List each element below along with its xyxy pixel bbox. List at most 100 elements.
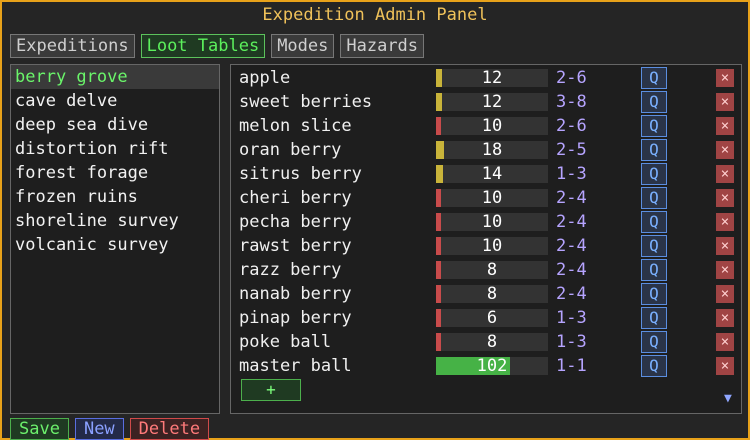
quantity-edit-button[interactable]: Q xyxy=(641,307,667,329)
remove-entry-icon[interactable]: × xyxy=(716,357,734,375)
quantity-range[interactable]: 2-4 xyxy=(556,234,587,258)
quantity-range[interactable]: 1-3 xyxy=(556,330,587,354)
bottom-toolbar: Save New Delete xyxy=(10,418,210,440)
loot-table-item[interactable]: berry grove xyxy=(11,65,219,89)
remove-entry-icon[interactable]: × xyxy=(716,117,734,135)
quantity-range[interactable]: 2-6 xyxy=(556,66,587,90)
remove-entry-icon[interactable]: × xyxy=(716,213,734,231)
quantity-range[interactable]: 1-3 xyxy=(556,306,587,330)
weight-value: 14 xyxy=(481,164,503,184)
loot-table-item[interactable]: distortion rift xyxy=(11,137,219,161)
entry-name: oran berry xyxy=(239,140,342,160)
entry-name: pinap berry xyxy=(239,308,352,328)
tab-loot-tables[interactable]: Loot Tables xyxy=(140,34,266,58)
quantity-edit-button[interactable]: Q xyxy=(641,91,667,113)
entry-name: sitrus berry xyxy=(239,164,362,184)
weight-bar[interactable]: 10 xyxy=(436,213,548,231)
weight-bar[interactable]: 14 xyxy=(436,165,548,183)
loot-entry-row: master ball 102 1-1 Q × xyxy=(231,354,741,378)
weight-bar[interactable]: 12 xyxy=(436,69,548,87)
quantity-edit-button[interactable]: Q xyxy=(641,211,667,233)
weight-bar[interactable]: 10 xyxy=(436,117,548,135)
remove-entry-icon[interactable]: × xyxy=(716,141,734,159)
quantity-edit-button[interactable]: Q xyxy=(641,331,667,353)
scroll-down-icon[interactable]: ▼ xyxy=(724,391,732,406)
loot-table-item[interactable]: cave delve xyxy=(11,89,219,113)
tab-expeditions[interactable]: Expeditions xyxy=(10,34,135,58)
delete-button[interactable]: Delete xyxy=(129,418,210,440)
quantity-edit-button[interactable]: Q xyxy=(641,67,667,89)
quantity-edit-button[interactable]: Q xyxy=(641,355,667,377)
remove-entry-icon[interactable]: × xyxy=(716,189,734,207)
quantity-range[interactable]: 2-6 xyxy=(556,114,587,138)
weight-value: 10 xyxy=(481,236,503,256)
window-title: Expedition Admin Panel xyxy=(262,5,488,25)
loot-entry-row: sitrus berry 14 1-3 Q × xyxy=(231,162,741,186)
entry-name: razz berry xyxy=(239,260,342,280)
quantity-range[interactable]: 2-4 xyxy=(556,282,587,306)
entry-name: apple xyxy=(239,68,291,88)
quantity-edit-button[interactable]: Q xyxy=(641,163,667,185)
weight-bar[interactable]: 8 xyxy=(436,333,548,351)
loot-entry-row: nanab berry 8 2-4 Q × xyxy=(231,282,741,306)
remove-entry-icon[interactable]: × xyxy=(716,285,734,303)
remove-entry-icon[interactable]: × xyxy=(716,261,734,279)
quantity-range[interactable]: 2-4 xyxy=(556,186,587,210)
tab-hazards[interactable]: Hazards xyxy=(340,34,425,58)
quantity-range[interactable]: 2-4 xyxy=(556,210,587,234)
add-entry-button[interactable]: + xyxy=(241,379,301,401)
remove-entry-icon[interactable]: × xyxy=(716,165,734,183)
remove-entry-icon[interactable]: × xyxy=(716,309,734,327)
weight-value: 8 xyxy=(486,332,498,352)
entry-name: poke ball xyxy=(239,332,332,352)
loot-table-item[interactable]: frozen ruins xyxy=(11,185,219,209)
remove-entry-icon[interactable]: × xyxy=(716,69,734,87)
weight-bar[interactable]: 12 xyxy=(436,93,548,111)
tab-bar: Expeditions Loot Tables Modes Hazards xyxy=(10,34,425,58)
quantity-edit-button[interactable]: Q xyxy=(641,283,667,305)
remove-entry-icon[interactable]: × xyxy=(716,237,734,255)
entry-name: melon slice xyxy=(239,116,352,136)
quantity-edit-button[interactable]: Q xyxy=(641,235,667,257)
weight-value: 8 xyxy=(486,260,498,280)
entry-name: nanab berry xyxy=(239,284,352,304)
quantity-edit-button[interactable]: Q xyxy=(641,139,667,161)
weight-bar[interactable]: 6 xyxy=(436,309,548,327)
loot-entry-row: melon slice 10 2-6 Q × xyxy=(231,114,741,138)
weight-bar[interactable]: 8 xyxy=(436,285,548,303)
weight-bar[interactable]: 8 xyxy=(436,261,548,279)
loot-entry-row: oran berry 18 2-5 Q × xyxy=(231,138,741,162)
quantity-range[interactable]: 1-1 xyxy=(556,354,587,378)
quantity-range[interactable]: 1-3 xyxy=(556,162,587,186)
weight-value: 6 xyxy=(486,308,498,328)
remove-entry-icon[interactable]: × xyxy=(716,333,734,351)
loot-table-item[interactable]: forest forage xyxy=(11,161,219,185)
entry-name: sweet berries xyxy=(239,92,373,112)
remove-entry-icon[interactable]: × xyxy=(716,93,734,111)
loot-table-item[interactable]: shoreline survey xyxy=(11,209,219,233)
weight-bar[interactable]: 10 xyxy=(436,189,548,207)
loot-table-item[interactable]: deep sea dive xyxy=(11,113,219,137)
weight-bar[interactable]: 10 xyxy=(436,237,548,255)
quantity-edit-button[interactable]: Q xyxy=(641,115,667,137)
admin-panel-frame: Expedition Admin Panel Expeditions Loot … xyxy=(0,0,750,440)
weight-value: 102 xyxy=(476,356,508,376)
loot-entry-row: razz berry 8 2-4 Q × xyxy=(231,258,741,282)
loot-table-list: berry grove cave delve deep sea dive dis… xyxy=(10,64,220,414)
quantity-range[interactable]: 2-5 xyxy=(556,138,587,162)
weight-value: 12 xyxy=(481,92,503,112)
entry-name: cheri berry xyxy=(239,188,352,208)
quantity-edit-button[interactable]: Q xyxy=(641,187,667,209)
quantity-range[interactable]: 3-8 xyxy=(556,90,587,114)
quantity-edit-button[interactable]: Q xyxy=(641,259,667,281)
new-button[interactable]: New xyxy=(74,418,124,440)
tab-modes[interactable]: Modes xyxy=(271,34,335,58)
loot-table-item[interactable]: volcanic survey xyxy=(11,233,219,257)
weight-bar[interactable]: 18 xyxy=(436,141,548,159)
loot-entry-row: poke ball 8 1-3 Q × xyxy=(231,330,741,354)
entry-name: master ball xyxy=(239,356,352,376)
quantity-range[interactable]: 2-4 xyxy=(556,258,587,282)
save-button[interactable]: Save xyxy=(10,418,69,440)
weight-bar[interactable]: 102 xyxy=(436,357,548,375)
weight-value: 10 xyxy=(481,188,503,208)
